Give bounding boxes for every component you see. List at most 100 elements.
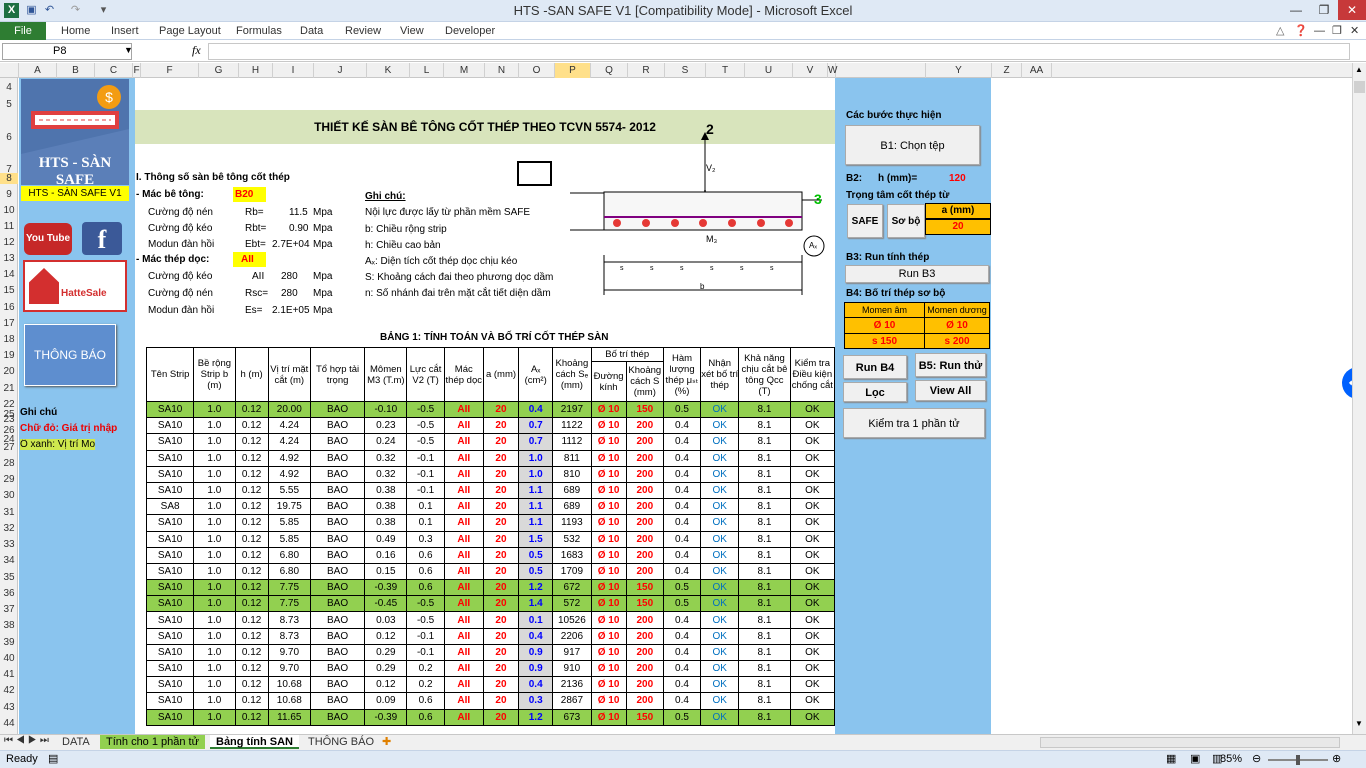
table-cell[interactable]: 1683 [552, 546, 592, 564]
table-cell[interactable]: 0.6 [406, 562, 445, 581]
preliminary-button[interactable]: Sơ bộ [887, 204, 925, 238]
table-cell[interactable]: 5.85 [267, 514, 311, 532]
table-cell[interactable]: 0.38 [364, 514, 408, 532]
table-cell[interactable]: 0.09 [364, 692, 408, 710]
table-cell[interactable]: 1.0 [193, 708, 236, 726]
row-header[interactable]: 42 [0, 685, 18, 696]
table-cell[interactable]: OK [700, 514, 740, 532]
column-header[interactable]: C [95, 63, 133, 78]
table-cell[interactable]: 8.1 [738, 417, 791, 435]
normal-view-icon[interactable]: ▦ [1166, 752, 1176, 765]
table-cell[interactable]: 4.92 [267, 465, 311, 483]
table-cell[interactable]: SA10 [145, 514, 195, 532]
zoom-in-icon[interactable]: ⊕ [1332, 752, 1341, 765]
table-cell[interactable]: Ø 10 [590, 530, 627, 548]
table-cell[interactable]: BAO [309, 611, 366, 629]
table-cell[interactable]: 2867 [552, 692, 592, 710]
table-cell[interactable]: OK [700, 400, 740, 419]
table-cell[interactable]: 8.1 [738, 498, 791, 516]
restore-icon[interactable]: ❐ [1310, 0, 1338, 20]
table-cell[interactable]: 1.0 [193, 595, 236, 613]
tab-view[interactable]: View [400, 22, 424, 40]
table-cell[interactable]: 200 [625, 449, 664, 467]
view-all-button[interactable]: View All [915, 380, 986, 401]
row-header[interactable]: 17 [0, 318, 18, 329]
table-cell[interactable]: Ø 10 [590, 595, 627, 613]
row-header[interactable]: 16 [0, 302, 18, 313]
row-header[interactable]: 39 [0, 637, 18, 648]
table-cell[interactable]: 1.0 [193, 417, 236, 435]
column-header[interactable]: B [57, 63, 95, 78]
table-cell[interactable]: 0.12 [234, 562, 269, 581]
table-cell[interactable]: 0.2 [406, 659, 445, 678]
table-cell[interactable]: 0.6 [406, 579, 445, 597]
table-cell[interactable]: -0.45 [364, 595, 408, 613]
run-b4-button[interactable]: Run B4 [843, 355, 907, 379]
insert-function-button[interactable]: fx [192, 43, 201, 58]
scroll-down-icon[interactable]: ▼ [1355, 719, 1363, 728]
table-cell[interactable]: 0.12 [364, 676, 408, 694]
table-cell[interactable]: 8.1 [738, 659, 791, 678]
table-cell[interactable]: 0.4 [662, 627, 702, 645]
table-cell[interactable]: 8.1 [738, 579, 791, 597]
table-cell[interactable]: 0.4 [518, 627, 554, 645]
table-cell[interactable]: 0.29 [364, 643, 408, 662]
table-cell[interactable]: 1.5 [518, 530, 554, 548]
table-cell[interactable]: 1.2 [518, 708, 554, 726]
table-cell[interactable]: 20 [482, 546, 520, 564]
table-cell[interactable]: OK [789, 449, 836, 467]
table-cell[interactable]: AII [443, 595, 484, 613]
row-header[interactable]: 27 [0, 442, 18, 453]
file-tab[interactable]: File [0, 22, 46, 40]
row-header[interactable]: 5 [0, 99, 18, 110]
table-cell[interactable]: OK [700, 611, 740, 629]
table-cell[interactable]: 0.4 [518, 676, 554, 694]
table-cell[interactable]: SA10 [145, 433, 195, 451]
row-header[interactable]: 37 [0, 604, 18, 615]
table-cell[interactable]: Ø 10 [590, 676, 627, 694]
column-header[interactable]: S [665, 63, 706, 78]
name-box-dropdown-icon[interactable]: ▼ [124, 45, 133, 55]
table-cell[interactable]: 1.0 [193, 433, 236, 451]
table-cell[interactable]: 150 [625, 579, 664, 597]
table-cell[interactable]: 0.12 [234, 659, 269, 678]
facebook-icon[interactable]: f [82, 222, 122, 255]
table-cell[interactable]: 1.0 [518, 465, 554, 483]
table-cell[interactable]: 200 [625, 611, 664, 629]
table-cell[interactable]: 8.1 [738, 481, 791, 500]
table-cell[interactable]: 20 [482, 417, 520, 435]
table-cell[interactable]: 1.0 [193, 400, 236, 419]
table-cell[interactable]: 0.4 [662, 676, 702, 694]
table-cell[interactable]: 8.1 [738, 530, 791, 548]
table-cell[interactable]: Ø 10 [590, 546, 627, 564]
table-cell[interactable]: BAO [309, 449, 366, 467]
table-cell[interactable]: 0.7 [518, 417, 554, 435]
table-cell[interactable]: 0.4 [662, 417, 702, 435]
table-cell[interactable]: Ø 10 [590, 514, 627, 532]
table-cell[interactable]: 0.4 [662, 692, 702, 710]
column-header[interactable]: F [141, 63, 199, 78]
table-cell[interactable]: SA10 [145, 595, 195, 613]
table-cell[interactable]: BAO [309, 595, 366, 613]
table-cell[interactable]: SA10 [145, 611, 195, 629]
table-cell[interactable]: 8.1 [738, 400, 791, 419]
table-cell[interactable]: 0.38 [364, 481, 408, 500]
table-cell[interactable]: 0.12 [234, 530, 269, 548]
row-header[interactable]: 13 [0, 253, 18, 264]
tab-insert[interactable]: Insert [111, 22, 139, 40]
tab-developer[interactable]: Developer [445, 22, 495, 40]
close-icon[interactable]: ✕ [1338, 0, 1366, 20]
row-header[interactable]: 33 [0, 539, 18, 550]
scroll-thumb[interactable] [1354, 81, 1365, 93]
row-header[interactable]: 29 [0, 474, 18, 485]
column-header[interactable] [836, 63, 926, 78]
table-cell[interactable]: 0.4 [662, 530, 702, 548]
table-cell[interactable]: OK [789, 498, 836, 516]
table-cell[interactable]: 20 [482, 595, 520, 613]
table-cell[interactable]: OK [789, 562, 836, 581]
table-cell[interactable]: 1.0 [193, 579, 236, 597]
table-cell[interactable]: Ø 10 [590, 449, 627, 467]
table-cell[interactable]: 1.0 [193, 627, 236, 645]
table-cell[interactable]: 1.0 [193, 481, 236, 500]
column-header[interactable]: T [706, 63, 745, 78]
